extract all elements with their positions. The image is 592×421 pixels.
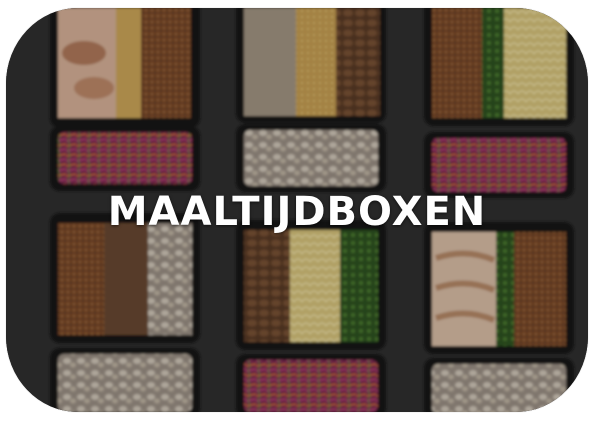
maaltijdboxen-banner[interactable]: MAALTIJDBOXEN <box>6 8 588 412</box>
banner-title: MAALTIJDBOXEN <box>107 189 487 235</box>
